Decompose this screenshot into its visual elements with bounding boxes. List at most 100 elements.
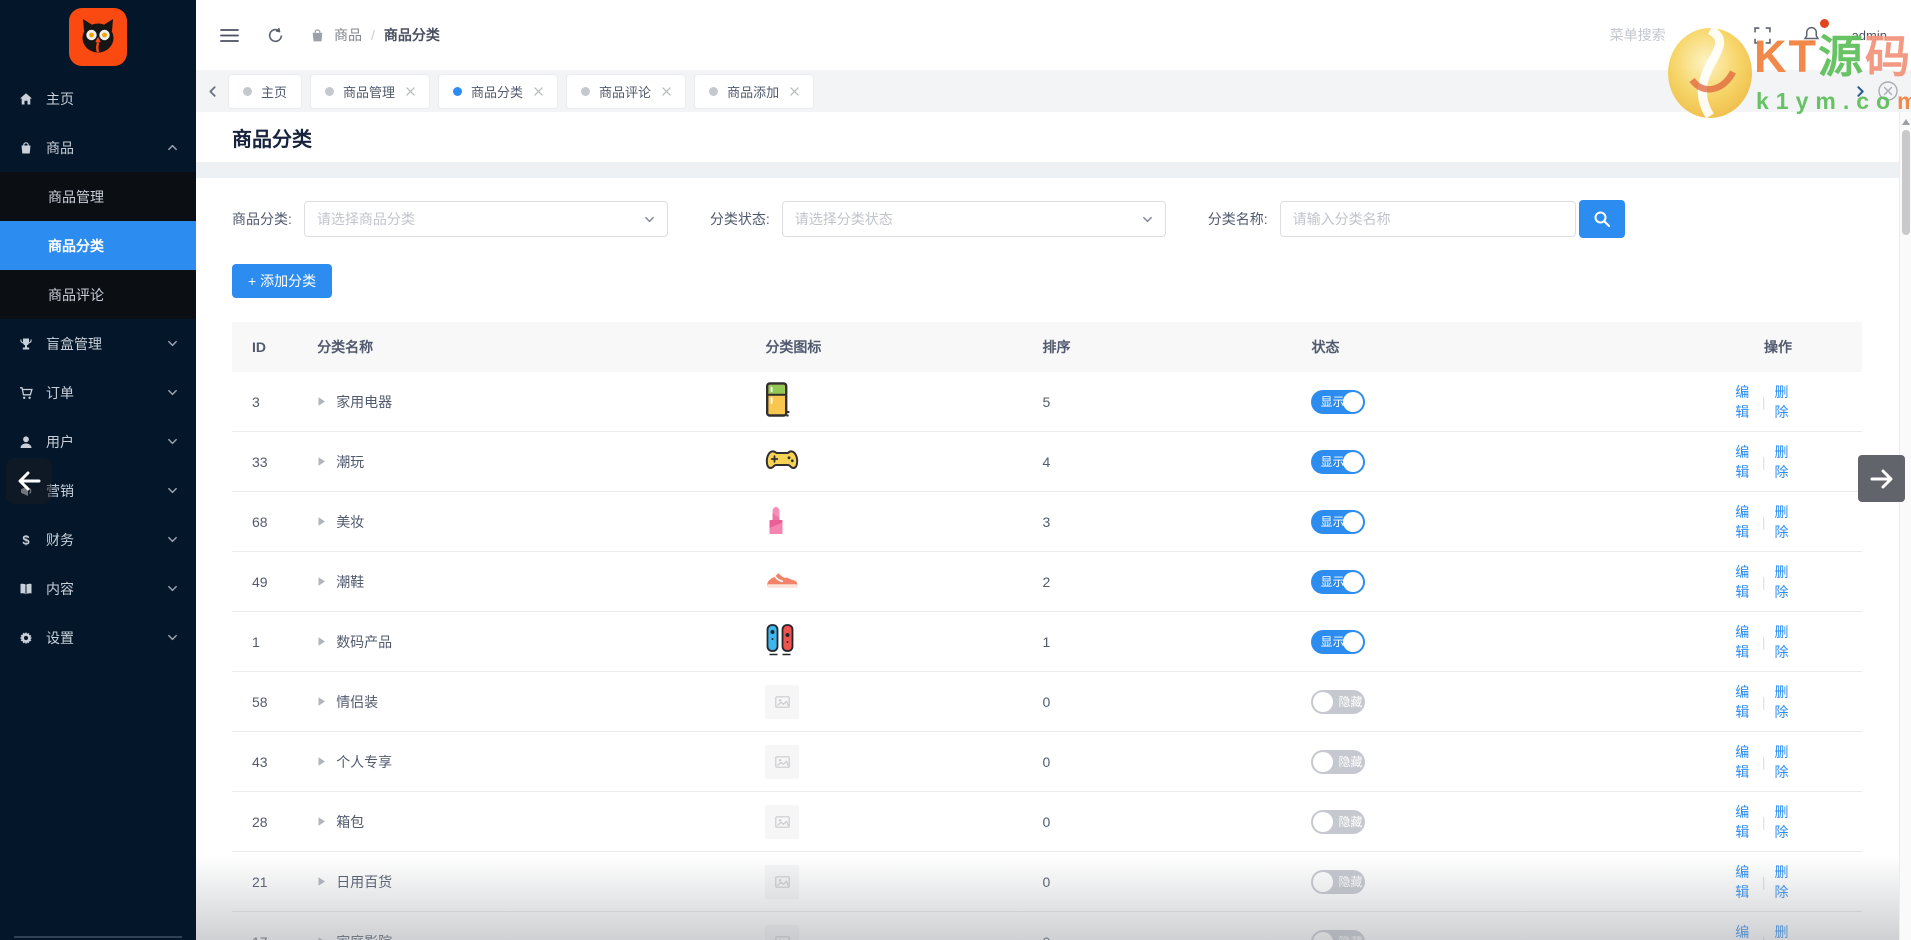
sidebar-item-label: 设置 — [46, 629, 74, 646]
row-icon-cell — [745, 503, 1022, 540]
sidebar-item-blindbox[interactable]: 盲盒管理 — [0, 319, 196, 368]
sidebar-item-settings[interactable]: 设置 — [0, 613, 196, 662]
status-toggle[interactable]: 隐藏 — [1311, 869, 1366, 894]
sidebar-item-finance[interactable]: $ 财务 — [0, 515, 196, 564]
add-category-button[interactable]: + 添加分类 — [232, 264, 333, 298]
edit-link[interactable]: 编辑 — [1735, 862, 1753, 902]
delete-link[interactable]: 删除 — [1774, 622, 1792, 662]
tab-goods-comment[interactable]: 商品评论 — [567, 74, 686, 108]
image-placeholder-icon — [765, 684, 800, 719]
sidebar-item-home[interactable]: 主页 — [0, 74, 196, 123]
table-row: 33 潮玩 4 显示 编辑 | 删除 — [232, 432, 1862, 492]
tab-home[interactable]: 主页 — [229, 74, 302, 108]
toggle-knob — [1343, 571, 1364, 592]
close-all-tabs-button[interactable] — [1877, 80, 1899, 102]
delete-link[interactable]: 删除 — [1774, 862, 1792, 902]
image-placeholder-icon — [765, 804, 800, 839]
expand-caret-icon[interactable] — [317, 636, 326, 647]
tab-label: 主页 — [261, 84, 288, 100]
menu-search-input[interactable] — [1609, 27, 1722, 43]
edit-link[interactable]: 编辑 — [1735, 622, 1753, 662]
expand-caret-icon[interactable] — [317, 516, 326, 527]
sidebar-item-label: 用户 — [46, 433, 74, 450]
close-icon[interactable] — [662, 86, 671, 96]
tabs-scroll-left-button[interactable] — [206, 85, 219, 98]
row-id: 21 — [252, 873, 268, 890]
tab-goods-add[interactable]: 商品添加 — [695, 74, 814, 108]
edit-link[interactable]: 编辑 — [1735, 382, 1753, 422]
scrollbar-up-arrow-icon[interactable] — [1901, 119, 1910, 125]
edit-link[interactable]: 编辑 — [1735, 562, 1753, 602]
delete-link[interactable]: 删除 — [1774, 802, 1792, 842]
category-name-input[interactable] — [1279, 201, 1576, 237]
delete-link[interactable]: 删除 — [1774, 382, 1792, 422]
fullscreen-button[interactable] — [1753, 26, 1771, 44]
breadcrumb-section[interactable]: 商品 — [334, 25, 362, 45]
swipe-forward-overlay[interactable] — [1858, 455, 1905, 502]
edit-link[interactable]: 编辑 — [1735, 442, 1753, 482]
edit-link[interactable]: 编辑 — [1735, 502, 1753, 542]
scrollbar-thumb[interactable] — [1901, 130, 1910, 235]
delete-link[interactable]: 删除 — [1774, 562, 1792, 602]
row-name-cell: 日用百货 — [297, 872, 745, 892]
category-select[interactable]: 请选择商品分类 — [303, 201, 668, 237]
status-toggle[interactable]: 隐藏 — [1311, 809, 1366, 834]
swipe-back-overlay[interactable] — [6, 458, 52, 504]
close-icon[interactable] — [406, 86, 415, 96]
expand-caret-icon[interactable] — [317, 816, 326, 827]
delete-link[interactable]: 删除 — [1774, 742, 1792, 782]
page-title: 商品分类 — [232, 128, 312, 151]
action-divider: | — [1761, 753, 1766, 770]
row-status-cell: 隐藏 — [1291, 749, 1715, 774]
tab-goods-manage[interactable]: 商品管理 — [311, 74, 430, 108]
edit-link[interactable]: 编辑 — [1735, 922, 1753, 940]
svg-text:$: $ — [22, 533, 30, 547]
edit-link[interactable]: 编辑 — [1735, 802, 1753, 842]
row-id: 17 — [232, 934, 297, 940]
sidebar-subitem-goods-manage[interactable]: 商品管理 — [0, 172, 196, 221]
user-menu[interactable]: admin — [1852, 28, 1887, 43]
expand-caret-icon[interactable] — [317, 936, 326, 940]
action-divider: | — [1761, 513, 1766, 530]
sidebar-item-content[interactable]: 内容 — [0, 564, 196, 613]
status-toggle[interactable]: 隐藏 — [1311, 689, 1366, 714]
status-toggle[interactable]: 显示 — [1311, 569, 1366, 594]
expand-caret-icon[interactable] — [317, 696, 326, 707]
status-toggle[interactable]: 隐藏 — [1311, 929, 1366, 940]
sidebar-collapse-button[interactable] — [220, 28, 239, 43]
expand-caret-icon[interactable] — [317, 396, 326, 407]
status-select[interactable]: 请选择分类状态 — [781, 201, 1166, 237]
expand-caret-icon[interactable] — [317, 876, 326, 887]
expand-caret-icon[interactable] — [317, 756, 326, 767]
tab-label: 商品分类 — [471, 84, 524, 100]
table-body: 3 家用电器 5 显示 编辑 | 删除 33 潮玩 4 显示 编辑 | 删除 68 美妆 3 显示 编辑 | 删除 49 潮… — [232, 372, 1862, 940]
vertical-scrollbar[interactable] — [1899, 112, 1911, 940]
delete-link[interactable]: 删除 — [1774, 502, 1792, 542]
status-toggle-label: 显示 — [1320, 455, 1345, 469]
expand-caret-icon[interactable] — [317, 576, 326, 587]
delete-link[interactable]: 删除 — [1774, 442, 1792, 482]
sidebar-subitem-goods-comment[interactable]: 商品评论 — [0, 270, 196, 319]
sidebar-subitem-goods-category[interactable]: 商品分类 — [0, 221, 196, 270]
tab-goods-category[interactable]: 商品分类 — [439, 74, 558, 108]
search-button[interactable] — [1578, 200, 1625, 238]
status-toggle[interactable]: 显示 — [1311, 629, 1366, 654]
close-icon[interactable] — [534, 86, 543, 96]
close-icon[interactable] — [790, 86, 799, 96]
sidebar-item-orders[interactable]: 订单 — [0, 368, 196, 417]
tabs-scroll-right-button[interactable] — [1854, 85, 1867, 98]
app-logo[interactable] — [0, 0, 196, 74]
status-toggle[interactable]: 显示 — [1311, 449, 1366, 474]
notifications-button[interactable] — [1803, 19, 1829, 44]
expand-caret-icon[interactable] — [317, 456, 326, 467]
edit-link[interactable]: 编辑 — [1735, 742, 1753, 782]
delete-link[interactable]: 删除 — [1774, 922, 1792, 940]
sidebar-item-goods[interactable]: 商品 — [0, 123, 196, 172]
refresh-button[interactable] — [267, 27, 284, 44]
status-toggle[interactable]: 显示 — [1311, 389, 1366, 414]
edit-link[interactable]: 编辑 — [1735, 682, 1753, 722]
delete-link[interactable]: 删除 — [1774, 682, 1792, 722]
status-toggle[interactable]: 隐藏 — [1311, 749, 1366, 774]
status-toggle-label: 隐藏 — [1338, 695, 1363, 709]
status-toggle[interactable]: 显示 — [1311, 509, 1366, 534]
